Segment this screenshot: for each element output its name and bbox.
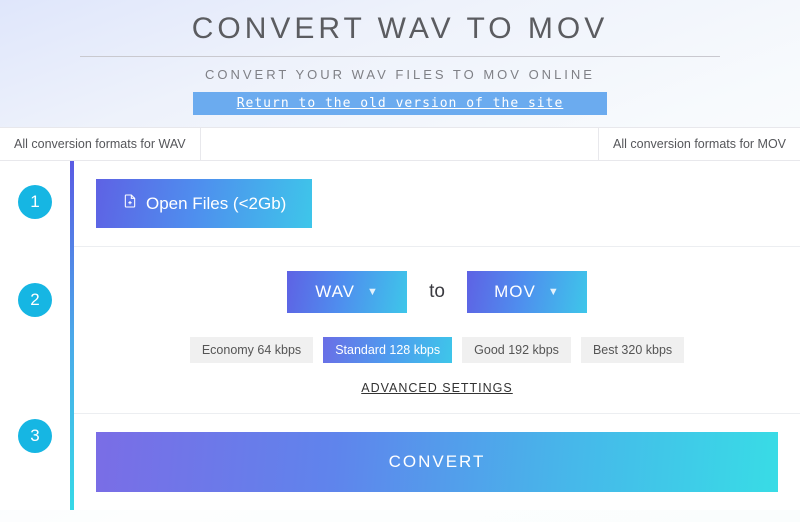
from-format-label: WAV <box>315 282 355 302</box>
content: Open Files (<2Gb) WAV ▼ to MOV ▼ Economy… <box>74 161 800 510</box>
old-version-wrap: Return to the old version of the site <box>0 92 800 115</box>
old-version-link[interactable]: Return to the old version of the site <box>193 92 608 115</box>
format-row: WAV ▼ to MOV ▼ <box>96 265 778 313</box>
step-badge-2: 2 <box>18 283 52 317</box>
quality-good[interactable]: Good 192 kbps <box>462 337 571 363</box>
divider <box>80 56 720 57</box>
file-add-icon <box>122 193 138 214</box>
quality-best[interactable]: Best 320 kbps <box>581 337 684 363</box>
step-rail: 1 2 3 <box>0 161 74 510</box>
to-format-label: MOV <box>494 282 536 302</box>
chevron-down-icon: ▼ <box>548 286 560 298</box>
to-label: to <box>429 281 445 303</box>
format-tabs: All conversion formats for WAV All conve… <box>0 127 800 161</box>
tab-formats-wav[interactable]: All conversion formats for WAV <box>0 128 201 160</box>
panel-open-files: Open Files (<2Gb) <box>74 161 800 247</box>
page-title: CONVERT WAV TO MOV <box>0 12 800 46</box>
page-subtitle: CONVERT YOUR WAV FILES TO MOV ONLINE <box>0 67 800 82</box>
from-format-dropdown[interactable]: WAV ▼ <box>287 271 407 313</box>
step-badge-1: 1 <box>18 185 52 219</box>
panel-convert: CONVERT <box>74 414 800 510</box>
open-files-label: Open Files (<2Gb) <box>146 194 286 214</box>
open-files-button[interactable]: Open Files (<2Gb) <box>96 179 312 228</box>
quality-options: Economy 64 kbps Standard 128 kbps Good 1… <box>96 337 778 363</box>
steps: 1 2 3 Open Files (<2Gb) WAV ▼ to MOV <box>0 161 800 510</box>
header: CONVERT WAV TO MOV CONVERT YOUR WAV FILE… <box>0 0 800 115</box>
quality-standard[interactable]: Standard 128 kbps <box>323 337 452 363</box>
step-badge-3: 3 <box>18 419 52 453</box>
advanced-settings-link[interactable]: ADVANCED SETTINGS <box>96 381 778 395</box>
to-format-dropdown[interactable]: MOV ▼ <box>467 271 587 313</box>
panel-formats: WAV ▼ to MOV ▼ Economy 64 kbps Standard … <box>74 247 800 414</box>
quality-economy[interactable]: Economy 64 kbps <box>190 337 313 363</box>
convert-button[interactable]: CONVERT <box>96 432 778 492</box>
tab-formats-mov[interactable]: All conversion formats for MOV <box>598 128 800 160</box>
chevron-down-icon: ▼ <box>367 286 379 298</box>
